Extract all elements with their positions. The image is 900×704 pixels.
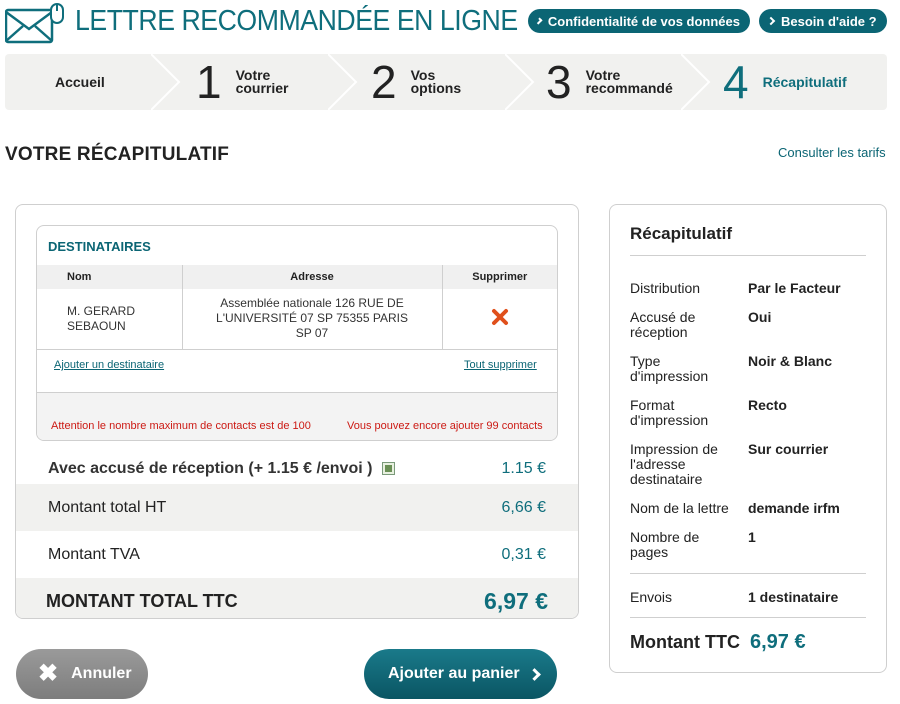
- table-header: Nom Adresse Supprimer: [37, 265, 557, 289]
- step-label: Récapitulatif: [762, 73, 847, 90]
- summary-key: Nom de la lettre: [630, 500, 729, 516]
- remaining-contacts-warning: Vous pouvez encore ajouter 99 contacts: [347, 420, 543, 432]
- delete-cell: [442, 289, 557, 350]
- step-label: Votre courrier: [235, 67, 289, 96]
- step-separator-icon: [681, 54, 711, 110]
- chevron-right-icon: [766, 16, 776, 26]
- step-number: 3: [546, 56, 572, 108]
- progress-steps: Accueil 1 Votre courrier 2 Vos options 3 V…: [5, 54, 887, 110]
- help-link-label: Besoin d'aide ?: [781, 13, 877, 29]
- step-separator-icon: [328, 54, 358, 110]
- summary-value: Oui: [748, 309, 772, 325]
- add-to-cart-label: Ajouter au panier: [388, 665, 520, 682]
- close-icon: ✖: [38, 660, 59, 687]
- step-3[interactable]: 3 Votre recommandé: [546, 54, 673, 110]
- total-ttc-value: 6,97 €: [484, 588, 548, 614]
- recipient-name: M. GERARD SEBAOUN: [37, 289, 183, 350]
- ar-option-value: 1.15 €: [501, 459, 546, 477]
- step-number: 1: [196, 56, 222, 108]
- step-2[interactable]: 2 Vos options: [371, 54, 461, 110]
- summary-key: Accusé de réception: [630, 309, 696, 340]
- summary-key: Impression de l'adresse destinataire: [630, 441, 718, 487]
- table-row: M. GERARD SEBAOUN Assemblée nationale 126…: [37, 289, 557, 350]
- column-header: Supprimer: [442, 265, 557, 289]
- ar-option-label: Avec accusé de réception (+ 1.15 € /envo…: [48, 460, 396, 478]
- step-4-active: 4 Récapitulatif: [723, 54, 847, 110]
- cancel-button-label: Annuler: [71, 665, 132, 682]
- tva-value: 0,31 €: [501, 545, 546, 563]
- step-number: 2: [371, 56, 397, 108]
- total-ht-label: Montant total HT: [48, 498, 167, 516]
- summary-key: Nombre de pages: [630, 529, 700, 560]
- tva-label: Montant TVA: [48, 545, 140, 563]
- summary-key: Distribution: [630, 280, 701, 296]
- step-number: 4: [723, 56, 749, 108]
- total-ttc-label: MONTANT TOTAL TTC: [46, 591, 238, 611]
- divider: [630, 617, 866, 618]
- recipients-footer: Attention le nombre maximum de contacts …: [37, 392, 557, 440]
- summary-key: Format d'impression: [630, 397, 709, 428]
- privacy-link-label: Confidentialité de vos données: [547, 13, 740, 29]
- chevron-right-icon: [527, 667, 541, 681]
- ar-checkbox[interactable]: [382, 461, 396, 475]
- summary-value: Sur courrier: [748, 441, 829, 457]
- summary-value: demande irfm: [748, 500, 840, 516]
- summary-key: Envois: [630, 589, 673, 605]
- total-ttc-row: MONTANT TOTAL TTC 6,97 €: [16, 578, 578, 618]
- summary-value: 1 destinataire: [748, 589, 839, 605]
- recipient-address: Assemblée nationale 126 RUE DE L'UNIVERSI…: [182, 289, 443, 350]
- app-title: LETTRE RECOMMANDÉE EN LIGNE: [75, 5, 518, 37]
- column-header: Nom: [37, 265, 183, 289]
- recipients-box: DESTINATAIRES Nom Adresse Supprimer M. G…: [36, 225, 558, 441]
- tva-row: Montant TVA 0,31 €: [16, 531, 578, 578]
- step-home[interactable]: Accueil: [55, 54, 105, 110]
- help-link-button[interactable]: Besoin d'aide ?: [759, 9, 887, 33]
- summary-total-value: 6,97 €: [750, 631, 806, 653]
- clear-all-link[interactable]: Tout supprimer: [464, 359, 537, 371]
- add-to-cart-button[interactable]: Ajouter au panier: [364, 649, 557, 699]
- summary-title: Récapitulatif: [630, 224, 733, 243]
- step-label: Votre recommandé: [585, 67, 673, 96]
- total-ht-value: 6,66 €: [501, 498, 546, 516]
- divider: [630, 573, 866, 574]
- step-separator-icon: [505, 54, 535, 110]
- step-1[interactable]: 1 Votre courrier: [196, 54, 289, 110]
- cancel-button[interactable]: ✖ Annuler: [16, 649, 148, 699]
- chevron-right-icon: [535, 17, 543, 25]
- divider: [630, 255, 866, 256]
- summary-value: 1: [748, 529, 756, 545]
- page-title: VOTRE RÉCAPITULATIF: [5, 144, 230, 165]
- add-recipient-link[interactable]: Ajouter un destinataire: [54, 359, 164, 371]
- recipients-table: Nom Adresse Supprimer M. GERARD SEBAOUN A…: [37, 265, 557, 350]
- envelope-mouse-logo-icon: [5, 3, 64, 44]
- step-label: Vos options: [410, 67, 462, 96]
- summary-key: Type d'impression: [630, 353, 709, 384]
- step-label: Accueil: [55, 73, 105, 90]
- tarifs-link[interactable]: Consulter les tarifs: [778, 145, 886, 160]
- summary-value: Par le Facteur: [748, 280, 841, 296]
- column-header: Adresse: [182, 265, 443, 289]
- summary-value: Recto: [748, 397, 787, 413]
- privacy-link-button[interactable]: Confidentialité de vos données: [528, 9, 750, 33]
- summary-total-label: Montant TTC: [630, 632, 740, 652]
- recipients-title: DESTINATAIRES: [48, 239, 151, 254]
- total-ht-row: Montant total HT 6,66 €: [16, 484, 578, 531]
- step-separator-icon: [151, 54, 181, 110]
- summary-value: Noir & Blanc: [748, 353, 833, 369]
- summary-panel: Récapitulatif Distribution Par le Facteu…: [609, 204, 887, 673]
- max-contacts-warning: Attention le nombre maximum de contacts …: [51, 420, 311, 432]
- delete-x-icon[interactable]: [491, 308, 509, 326]
- order-panel: DESTINATAIRES Nom Adresse Supprimer M. G…: [15, 204, 579, 619]
